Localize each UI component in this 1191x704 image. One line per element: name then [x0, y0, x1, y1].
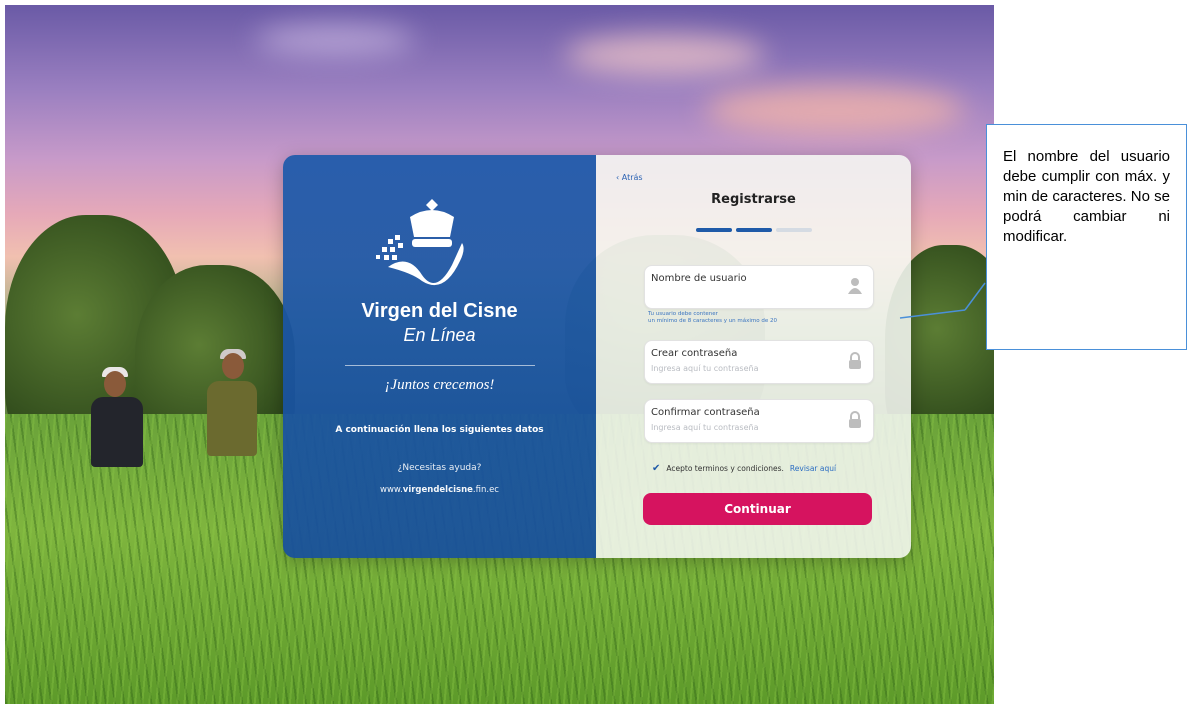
registration-card: Virgen del Cisne En Línea ¡Juntos crecem… [283, 155, 911, 558]
lock-icon [847, 352, 863, 370]
website-suffix: .fin.ec [472, 485, 499, 495]
instructions-text: A continuación llena los siguientes dato… [335, 425, 544, 435]
step-1 [696, 228, 732, 232]
password-field[interactable]: Crear contraseña [644, 340, 874, 384]
brand-name: Virgen del Cisne [361, 300, 518, 322]
step-3 [776, 228, 812, 232]
confirm-password-field[interactable]: Confirmar contraseña [644, 399, 874, 443]
farmer-figure [83, 363, 153, 473]
username-field[interactable]: Nombre de usuario [644, 265, 874, 309]
step-2 [736, 228, 772, 232]
username-hint: Tu usuario debe contener un mínimo de 8 … [648, 311, 848, 325]
hint-line-2: un mínimo de 8 caracteres y un máximo de… [648, 318, 778, 324]
lock-icon [847, 411, 863, 429]
password-input[interactable] [651, 364, 831, 373]
confirm-password-input[interactable] [651, 423, 831, 432]
brand-panel: Virgen del Cisne En Línea ¡Juntos crecem… [283, 155, 596, 558]
farmer-figure [195, 345, 270, 470]
form-title: Registrarse [711, 192, 796, 207]
terms-link[interactable]: Revisar aquí [790, 464, 836, 473]
website-prefix: www. [380, 485, 403, 495]
annotation-note: El nombre del usuario debe cumplir con m… [986, 124, 1187, 350]
username-label: Nombre de usuario [651, 273, 747, 284]
back-link[interactable]: ‹ Atrás [616, 173, 643, 182]
website-link[interactable]: www.virgendelcisne.fin.ec [283, 485, 596, 495]
logo-icon [376, 199, 464, 286]
chevron-left-icon: ‹ [616, 173, 620, 182]
user-icon [847, 277, 863, 295]
confirm-password-label: Confirmar contraseña [651, 407, 760, 418]
continue-button[interactable]: Continuar [643, 493, 872, 525]
back-label: Atrás [621, 173, 643, 182]
help-link[interactable]: ¿Necesitas ayuda? [283, 463, 596, 473]
password-label: Crear contraseña [651, 348, 738, 359]
username-input[interactable] [651, 289, 831, 298]
terms-checkbox[interactable]: ✔ [652, 463, 660, 474]
hint-line-1: Tu usuario debe contener [648, 311, 718, 317]
brand-subtitle: En Línea [403, 325, 476, 345]
slogan: ¡Juntos crecemos! [384, 377, 495, 393]
form-panel: ‹ Atrás Registrarse Nombre de usuario Tu… [596, 155, 911, 558]
website-domain: virgendelcisne [402, 485, 473, 495]
step-indicator [696, 228, 812, 232]
terms-row: ✔ Acepto terminos y condiciones. Revisar… [652, 463, 836, 474]
terms-text: Acepto terminos y condiciones. [666, 464, 784, 473]
divider [345, 365, 535, 366]
